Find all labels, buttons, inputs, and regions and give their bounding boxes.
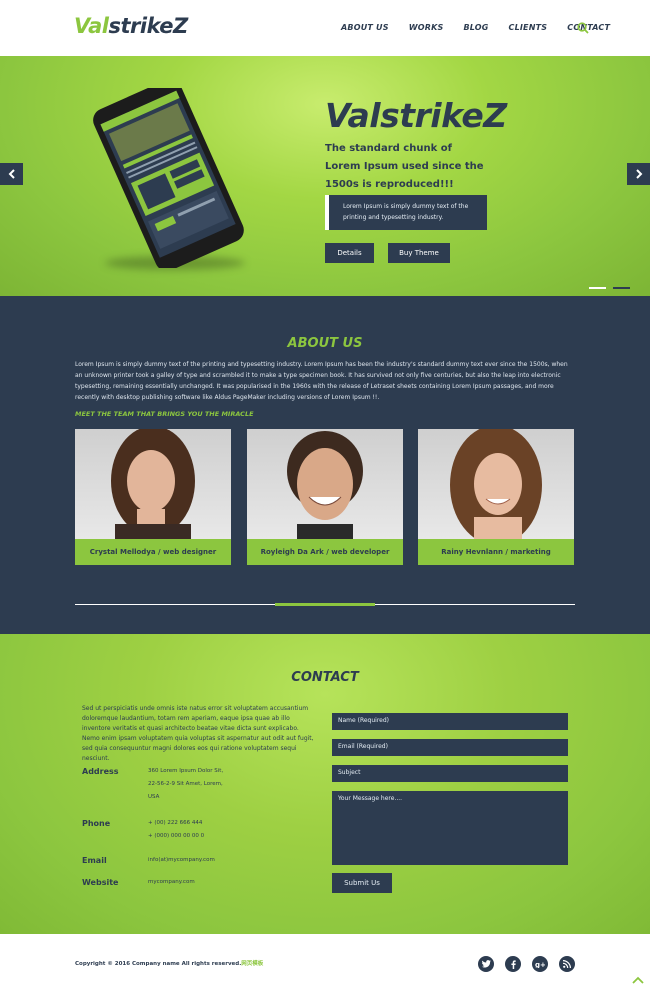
chevron-left-icon	[8, 169, 15, 179]
hero-slider: ValstrikeZ The standard chunk of Lorem I…	[0, 56, 650, 296]
team-heading: MEET THE TEAM THAT BRINGS YOU THE MIRACL…	[75, 410, 254, 418]
nav-works[interactable]: WORKS	[409, 23, 444, 32]
address-value: 360 Lorem Ipsum Dolor Sit, 22-56-2-9 Sit…	[148, 765, 228, 804]
hero-title-part2: strikeZ	[380, 96, 507, 135]
team-photo	[75, 429, 231, 539]
address-label: Address	[82, 767, 119, 776]
hero-subtitle: The standard chunk of Lorem Ipsum used s…	[325, 143, 484, 190]
buy-theme-button[interactable]: Buy Theme	[388, 243, 450, 263]
search-icon[interactable]	[577, 22, 589, 34]
website-value[interactable]: mycompany.com	[148, 876, 228, 889]
team-caption: Crystal Mellodya / web designer	[75, 539, 231, 565]
team-card[interactable]: Rainy Hevnlann / marketing	[418, 429, 574, 565]
hero-title-part1: Val	[325, 96, 381, 135]
slider-prev-button[interactable]	[0, 163, 23, 185]
logo-text: strikeZ	[108, 14, 189, 38]
contact-section: CONTACT Sed ut perspiciatis unde omnis i…	[0, 634, 650, 934]
chevron-right-icon	[635, 169, 642, 179]
team-caption: Royleigh Da Ark / web developer	[247, 539, 403, 565]
phone-label: Phone	[82, 819, 111, 828]
copyright-link[interactable]: 网页模板	[241, 961, 263, 967]
slider-next-button[interactable]	[627, 163, 650, 185]
team-photo	[418, 429, 574, 539]
copyright: Copyright © 2016 Company name All rights…	[75, 959, 263, 967]
nav-clients[interactable]: CLIENTS	[509, 23, 548, 32]
logo-accent: Val	[74, 14, 109, 38]
phone-mockup-image	[93, 88, 244, 268]
site-footer: Copyright © 2016 Company name All rights…	[0, 934, 650, 993]
about-title: ABOUT US	[287, 336, 363, 351]
slider-indicator-2[interactable]	[613, 287, 630, 289]
team-photo	[247, 429, 403, 539]
phone-line: + (000) 000 00 00 0	[148, 833, 205, 839]
nav-about[interactable]: ABOUT US	[341, 23, 389, 32]
email-label: Email	[82, 856, 107, 865]
google-plus-icon[interactable]: g+	[532, 956, 548, 972]
slider-indicator-1[interactable]	[589, 287, 606, 289]
message-field[interactable]: Your Message here....	[332, 791, 568, 865]
nav-blog[interactable]: BLOG	[463, 23, 488, 32]
address-line: USA	[148, 794, 160, 800]
twitter-icon[interactable]	[478, 956, 494, 972]
address-line: 360 Lorem Ipsum Dolor Sit,	[148, 768, 224, 774]
site-header: ValstrikeZ ABOUT US WORKS BLOG CLIENTS C…	[0, 0, 650, 56]
email-value[interactable]: info(at)mycompany.com	[148, 854, 228, 867]
contact-title: CONTACT	[291, 670, 359, 685]
subject-field[interactable]: Subject	[332, 765, 568, 782]
about-text: Lorem Ipsum is simply dummy text of the …	[75, 361, 568, 401]
about-section: ABOUT US Lorem Ipsum is simply dummy tex…	[0, 296, 650, 634]
facebook-icon[interactable]	[505, 956, 521, 972]
team-card[interactable]: Royleigh Da Ark / web developer	[247, 429, 403, 565]
name-field[interactable]: Name (Required)	[332, 713, 568, 730]
phone-value: + (00) 222 666 444 + (000) 000 00 00 0	[148, 817, 228, 843]
hero-quote-box: Lorem Ipsum is simply dummy text of the …	[325, 195, 487, 230]
hero-title: ValstrikeZ	[325, 96, 507, 135]
contact-text: Sed ut perspiciatis unde omnis iste natu…	[82, 705, 314, 762]
svg-text:g+: g+	[535, 961, 545, 968]
rss-icon[interactable]	[559, 956, 575, 972]
team-caption: Rainy Hevnlann / marketing	[418, 539, 574, 565]
team-card[interactable]: Crystal Mellodya / web designer	[75, 429, 231, 565]
details-button[interactable]: Details	[325, 243, 374, 263]
submit-button[interactable]: Submit Us	[332, 873, 392, 893]
email-field[interactable]: Email (Required)	[332, 739, 568, 756]
website-label: Website	[82, 878, 119, 887]
phone-line: + (00) 222 666 444	[148, 820, 203, 826]
logo[interactable]: ValstrikeZ	[74, 14, 188, 38]
address-line: 22-56-2-9 Sit Amet, Lorem,	[148, 781, 223, 787]
copyright-text: Copyright © 2016 Company name All rights…	[75, 961, 242, 967]
section-divider-accent	[275, 603, 375, 606]
back-to-top-icon[interactable]	[631, 974, 645, 986]
